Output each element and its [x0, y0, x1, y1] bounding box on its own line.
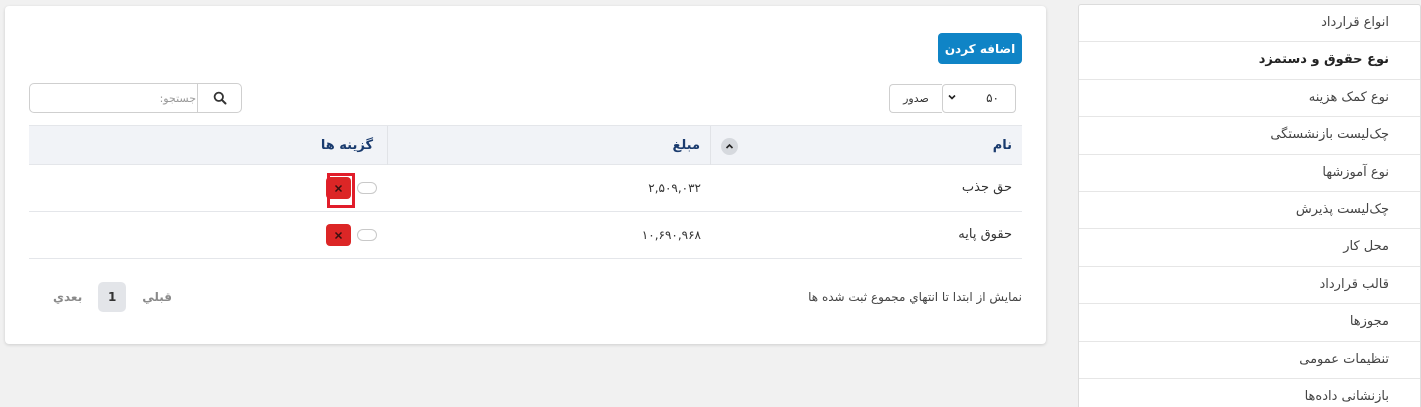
pagination-prev[interactable]: قبلي: [142, 290, 172, 304]
status-toggle[interactable]: [357, 182, 377, 194]
sidebar-item-contract-types[interactable]: انواع قرارداد: [1079, 5, 1420, 43]
sidebar-item-workplace[interactable]: محل کار: [1079, 229, 1420, 267]
cell-amount: ۱۰,۶۹۰,۹۶۸: [641, 228, 701, 242]
settings-sidebar: انواع قرارداد نوع حقوق و دستمزد نوع کمک …: [1078, 4, 1421, 407]
column-header-amount[interactable]: مبلغ: [388, 126, 711, 165]
table-header: گزینه ها مبلغ نام: [29, 125, 1022, 165]
table-row: حق جذب ۲,۵۰۹,۰۳۲: [29, 165, 1022, 212]
sort-button[interactable]: [721, 138, 738, 155]
page-size-select[interactable]: ۵۰: [942, 84, 1016, 113]
status-toggle[interactable]: [357, 229, 377, 241]
search-icon: [213, 91, 227, 105]
sidebar-item-retirement-checklist[interactable]: چک‌لیست بازنشستگی: [1079, 117, 1420, 155]
add-button[interactable]: اضافه کردن: [938, 33, 1022, 64]
table-info: نمايش از ابتدا تا انتهاي مجموع ثبت شده ه…: [808, 290, 1022, 304]
sidebar-item-general-settings[interactable]: تنظیمات عمومی: [1079, 342, 1420, 379]
page-size-value: ۵۰: [986, 91, 999, 105]
delete-button[interactable]: [326, 177, 351, 199]
sidebar-item-onboarding-checklist[interactable]: چک‌لیست پذیرش: [1079, 192, 1420, 230]
search-button[interactable]: [197, 84, 242, 112]
sidebar-item-salary-types[interactable]: نوع حقوق و دستمزد: [1079, 42, 1420, 80]
sidebar-item-permissions[interactable]: مجوزها: [1079, 304, 1420, 342]
cell-name: حق جذب: [961, 180, 1012, 195]
sidebar-item-allowance-types[interactable]: نوع کمک هزینه: [1079, 80, 1420, 118]
delete-button[interactable]: [326, 224, 351, 246]
chevron-down-icon: [948, 94, 956, 100]
sidebar-item-training-types[interactable]: نوع آموزشها: [1079, 155, 1420, 192]
cell-amount: ۲,۵۰۹,۰۳۲: [648, 181, 701, 195]
close-icon: [334, 184, 343, 192]
pagination-next[interactable]: بعدي: [53, 290, 82, 304]
sidebar-item-contract-template[interactable]: قالب قرارداد: [1079, 267, 1420, 305]
close-icon: [334, 231, 343, 239]
app: اضافه کردن ۵۰ صدور گزینه ها مبلغ نا: [0, 0, 1421, 407]
table-row: حقوق پایه ۱۰,۶۹۰,۹۶۸: [29, 212, 1022, 259]
column-header-options: گزینه ها: [29, 126, 388, 165]
search-input[interactable]: [34, 86, 200, 110]
export-button[interactable]: صدور: [889, 84, 942, 113]
sidebar-item-reset-data[interactable]: بازنشانی داده‌ها: [1079, 379, 1420, 407]
search-box: [29, 83, 242, 113]
data-table: گزینه ها مبلغ نام حق جذب ۲,۵۰۹,۰۳۲ حقوق …: [29, 125, 1022, 259]
column-header-name[interactable]: نام: [711, 126, 1022, 165]
pagination-page-1[interactable]: 1: [98, 282, 127, 312]
pagination: بعدي 1 قبلي: [53, 282, 172, 312]
chevron-up-icon: [725, 143, 734, 149]
column-header-name-label: نام: [992, 138, 1012, 153]
cell-name: حقوق پایه: [958, 227, 1012, 242]
main-card: اضافه کردن ۵۰ صدور گزینه ها مبلغ نا: [5, 6, 1046, 344]
